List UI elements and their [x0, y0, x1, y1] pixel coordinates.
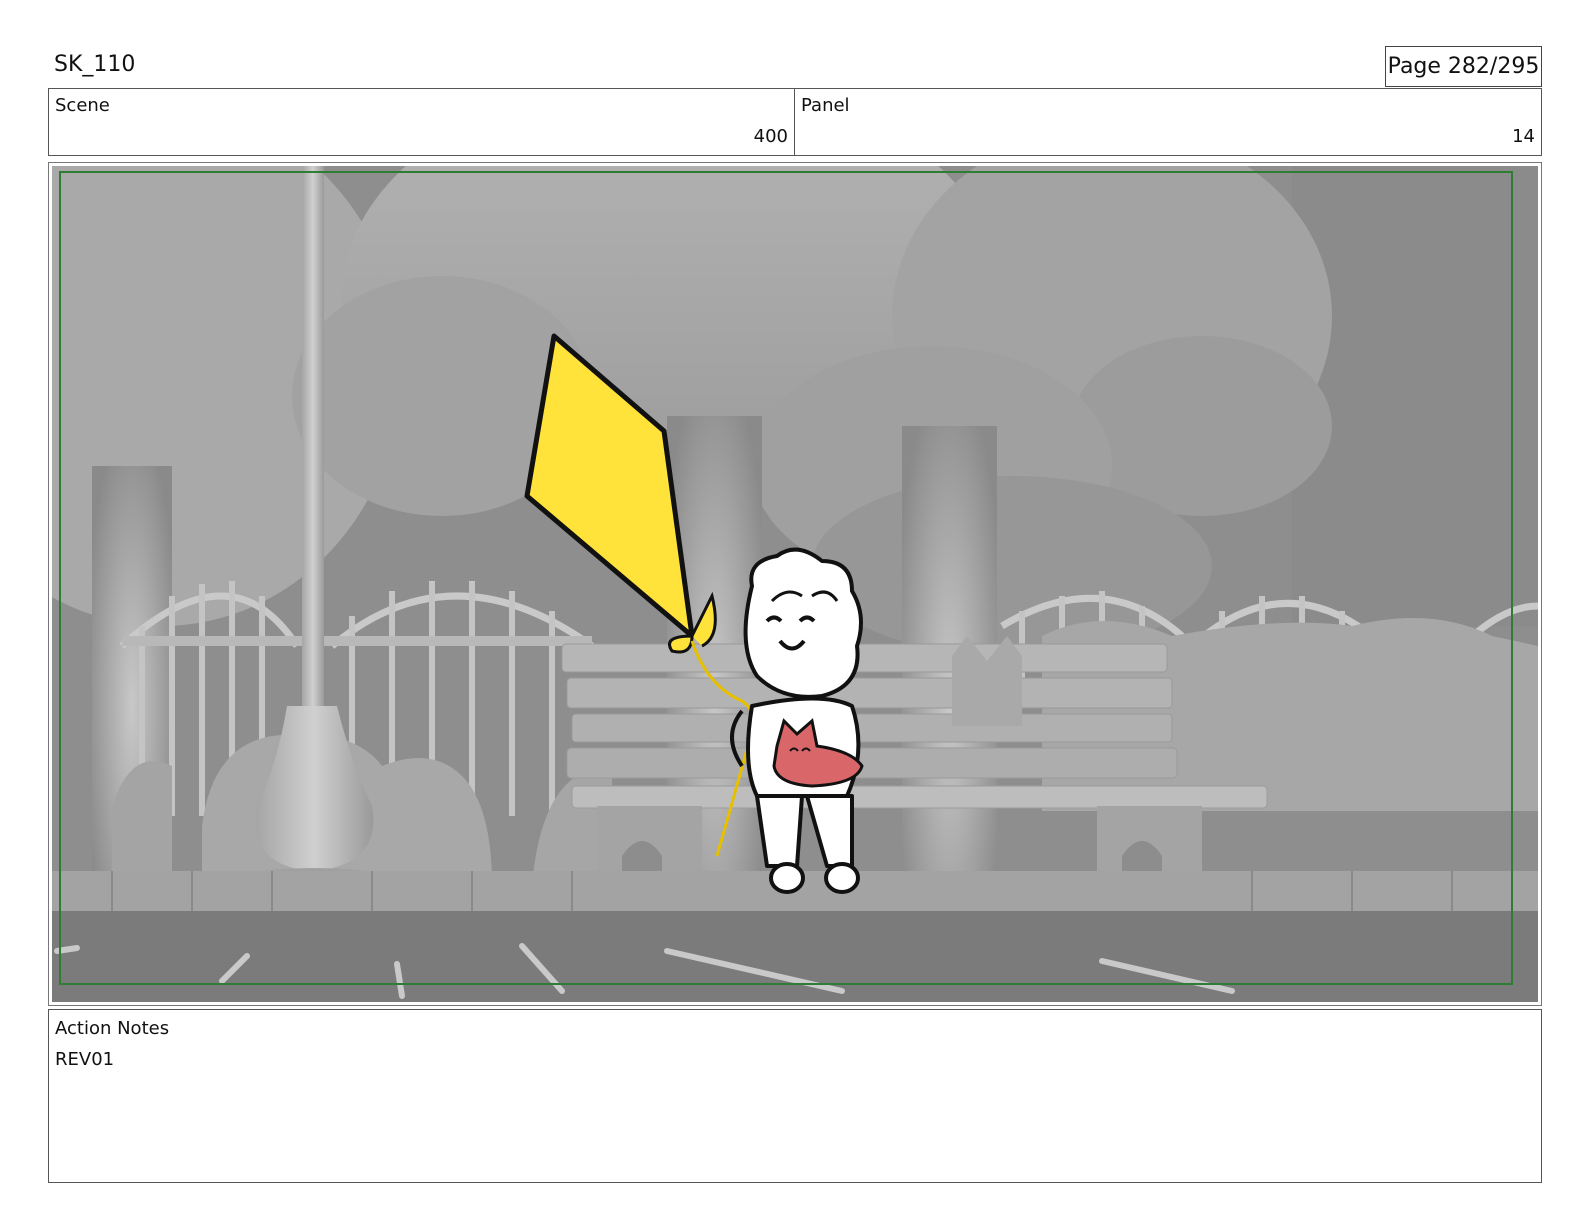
action-notes-text: REV01 [55, 1049, 115, 1070]
path [52, 911, 1538, 1002]
storyboard-frame [48, 162, 1542, 1006]
page-indicator: Page 282/295 [1385, 46, 1542, 87]
document-title: SK_110 [54, 52, 136, 77]
panel-label: Panel [801, 95, 850, 116]
scene-value: 400 [753, 126, 788, 147]
scene-label: Scene [55, 95, 110, 116]
panel-cell: Panel 14 [795, 89, 1541, 155]
info-row: Scene 400 Panel 14 [48, 88, 1542, 156]
panel-value: 14 [1512, 126, 1535, 147]
action-notes-label: Action Notes [55, 1018, 170, 1039]
action-notes: Action Notes REV01 [48, 1009, 1542, 1183]
storyboard-drawing [52, 166, 1538, 1002]
scene-cell: Scene 400 [49, 89, 795, 155]
